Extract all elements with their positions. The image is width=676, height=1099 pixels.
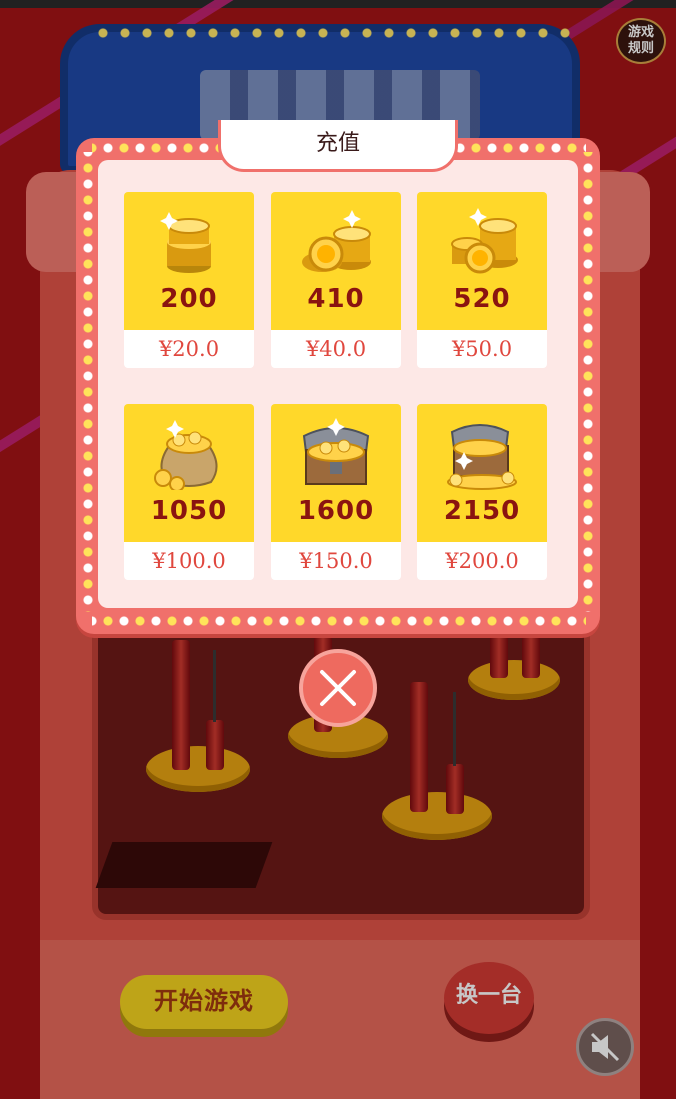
recharge-option-1050[interactable]: 1050 ¥100.0: [124, 404, 254, 580]
price-label: ¥150.0: [271, 542, 401, 580]
coin-amount: 2150: [443, 496, 521, 526]
coin-stack-small-icon: [160, 212, 211, 273]
coin-amount: 200: [160, 284, 218, 314]
price-label: ¥20.0: [124, 330, 254, 368]
close-modal-button[interactable]: [299, 649, 377, 727]
coin-amount: 1050: [150, 496, 228, 526]
recharge-option-2150[interactable]: 2150 ¥200.0: [417, 404, 547, 580]
coin-stack-medium-icon: [302, 210, 371, 272]
coin-stack-large-icon: [451, 208, 518, 274]
coin-amount: 1600: [297, 496, 375, 526]
price-label: ¥40.0: [271, 330, 401, 368]
price-label: ¥50.0: [417, 330, 547, 368]
coin-bag-icon: [154, 420, 218, 490]
price-label: ¥100.0: [124, 542, 254, 580]
recharge-option-1600[interactable]: 1600 ¥150.0: [271, 404, 401, 580]
price-label: ¥200.0: [417, 542, 547, 580]
modal-title: 充值: [315, 131, 360, 156]
treasure-chest-overflow-icon: [447, 424, 517, 490]
coin-amount: 410: [307, 284, 365, 314]
treasure-chest-icon: [302, 418, 370, 485]
recharge-option-200[interactable]: 200 ¥20.0: [124, 192, 254, 368]
recharge-option-410[interactable]: 410 ¥40.0: [271, 192, 401, 368]
close-icon: [320, 670, 356, 706]
coin-amount: 520: [453, 284, 511, 314]
recharge-option-520[interactable]: 520 ¥50.0: [417, 192, 547, 368]
